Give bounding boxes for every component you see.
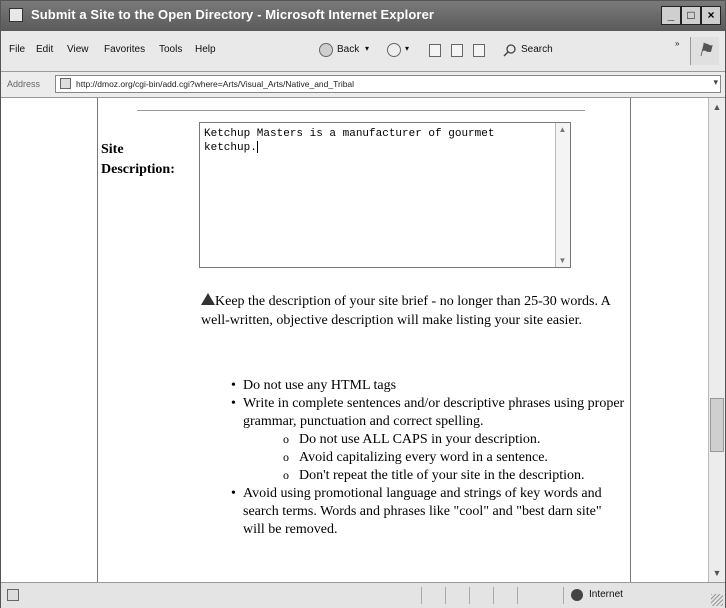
address-input[interactable]: http://dmoz.org/cgi-bin/add.cgi?where=Ar… [55, 75, 721, 93]
site-description-textarea[interactable]: Ketchup Masters is a manufacturer of gou… [199, 122, 571, 268]
site-description-label-line1: Site [101, 142, 124, 157]
toolbar-chevron-icon[interactable]: » [675, 39, 679, 48]
back-arrow-icon[interactable] [319, 43, 333, 57]
guideline-list: Do not use any HTML tags Write in comple… [231, 377, 626, 539]
scroll-down-icon[interactable]: ▼ [556, 254, 569, 267]
tip-text: Do not use any HTML tags [243, 378, 397, 393]
menu-favorites[interactable]: Favorites [104, 44, 145, 55]
site-description-label-line2: Description: [101, 162, 175, 177]
site-description-value: Ketchup Masters is a manufacturer of gou… [204, 128, 495, 154]
status-bar: Internet [1, 582, 725, 608]
page-scrollbar[interactable]: ▲ ▼ [708, 98, 725, 582]
guidelines-intro: Keep the description of your site brief … [201, 294, 611, 328]
status-divider [469, 587, 470, 604]
maximize-button[interactable]: □ [681, 6, 701, 25]
forward-dropdown-icon[interactable]: ▾ [405, 44, 409, 53]
title-bar: Submit a Site to the Open Directory - Mi… [1, 1, 725, 31]
scroll-up-icon[interactable]: ▲ [556, 123, 569, 136]
list-item: Do not use ALL CAPS in your description. [283, 430, 626, 449]
browser-window: Submit a Site to the Open Directory - Mi… [0, 0, 726, 608]
search-button[interactable]: Search [521, 44, 553, 55]
status-divider [493, 587, 494, 604]
list-item: Do not use any HTML tags [231, 377, 626, 395]
menu-toolbar: File Edit View Favorites Tools Help Back… [1, 31, 725, 72]
list-item: Avoid using promotional language and str… [231, 485, 626, 539]
address-url[interactable]: http://dmoz.org/cgi-bin/add.cgi?where=Ar… [76, 79, 354, 89]
subtip-text: Avoid capitalizing every word in a sente… [299, 450, 548, 465]
site-description-label: Site Description: [101, 140, 175, 180]
resize-grip-icon[interactable] [711, 594, 723, 606]
subtip-text: Do not use ALL CAPS in your description. [299, 432, 541, 447]
security-zone: Internet [589, 589, 623, 600]
page-content: Site Description: Ketchup Masters is a m… [1, 98, 708, 582]
list-item: Write in complete sentences and/or descr… [231, 395, 626, 485]
page-icon [60, 78, 71, 89]
minimize-button[interactable]: _ [661, 6, 681, 25]
address-label: Address [7, 79, 41, 89]
page-scroll-up-icon[interactable]: ▲ [710, 100, 724, 114]
page-done-icon [7, 589, 19, 601]
status-divider [421, 587, 422, 604]
status-divider [517, 587, 518, 604]
textarea-scrollbar[interactable]: ▲ ▼ [555, 123, 570, 267]
forward-arrow-icon[interactable] [387, 43, 401, 57]
menu-edit[interactable]: Edit [36, 44, 53, 55]
menu-help[interactable]: Help [195, 44, 216, 55]
back-button[interactable]: Back [337, 44, 359, 55]
window-title: Submit a Site to the Open Directory - Mi… [31, 7, 435, 22]
windows-logo-icon: ⚑ [690, 37, 719, 65]
home-icon[interactable] [473, 44, 485, 57]
close-button[interactable]: × [701, 6, 721, 25]
menu-tools[interactable]: Tools [159, 44, 182, 55]
left-divider [97, 98, 98, 582]
list-item: Don't repeat the title of your site in t… [283, 466, 626, 485]
stop-icon[interactable] [429, 44, 441, 57]
ie-app-icon [9, 8, 23, 22]
menu-view[interactable]: View [67, 44, 89, 55]
tip-text: Avoid using promotional language and str… [243, 486, 602, 537]
address-bar: Address http://dmoz.org/cgi-bin/add.cgi?… [1, 72, 725, 98]
refresh-icon[interactable] [451, 44, 463, 57]
warning-icon [201, 293, 215, 305]
back-dropdown-icon[interactable]: ▾ [365, 44, 369, 53]
internet-globe-icon [571, 589, 583, 601]
tip-text: Write in complete sentences and/or descr… [243, 396, 625, 429]
page-scroll-thumb[interactable] [710, 398, 724, 452]
horizontal-rule [137, 110, 585, 111]
list-item: Avoid capitalizing every word in a sente… [283, 448, 626, 467]
page-scroll-down-icon[interactable]: ▼ [710, 566, 724, 580]
right-divider [630, 98, 631, 582]
sub-guideline-list: Do not use ALL CAPS in your description.… [243, 430, 626, 485]
status-divider [563, 587, 564, 604]
description-guidelines: Keep the description of your site brief … [201, 292, 621, 330]
menu-file[interactable]: File [9, 44, 25, 55]
text-cursor [256, 141, 258, 154]
status-divider [445, 587, 446, 604]
subtip-text: Don't repeat the title of your site in t… [299, 468, 585, 483]
search-icon[interactable] [503, 43, 517, 57]
site-description-text[interactable]: Ketchup Masters is a manufacturer of gou… [204, 127, 549, 155]
address-dropdown-icon[interactable]: ▾ [713, 77, 718, 88]
